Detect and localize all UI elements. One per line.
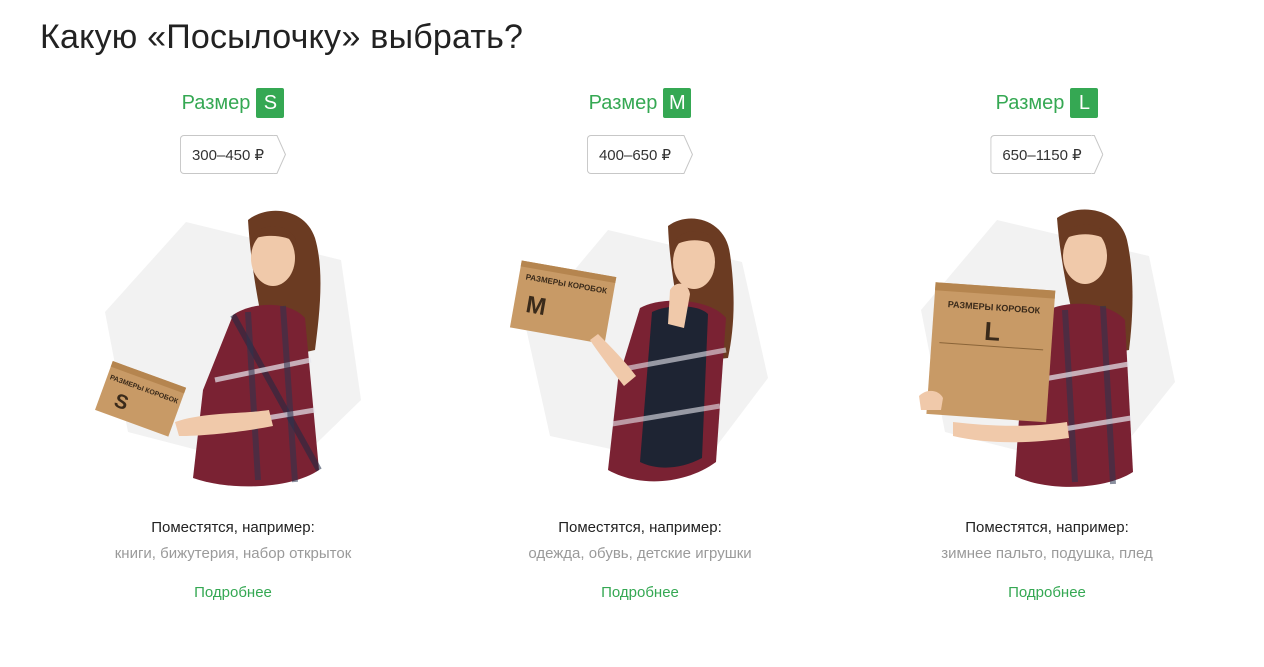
size-card-m: Размер M 400–650 ₽ РАЗМЕРЫ КОРОБОК M Пом… (437, 88, 843, 648)
person-with-box-image: РАЗМЕРЫ КОРОБОК S (83, 200, 383, 495)
person-with-box-image: РАЗМЕРЫ КОРОБОК L (897, 200, 1197, 495)
price-range: 300–450 ₽ (179, 135, 275, 174)
page-title: Какую «Посылочку» выбрать? (40, 18, 524, 56)
person-with-box-image: РАЗМЕРЫ КОРОБОК M (490, 200, 790, 495)
size-word: Размер (588, 91, 658, 114)
size-card-s: Размер S 300–450 ₽ РАЗМЕРЫ КОРОБОК S Пом… (30, 88, 436, 648)
price-tag: 300–450 ₽ (179, 135, 287, 174)
price-range: 400–650 ₽ (586, 135, 682, 174)
size-cards: Размер S 300–450 ₽ РАЗМЕРЫ КОРОБОК S Пом… (30, 88, 1250, 648)
more-link-l[interactable]: Подробнее (844, 584, 1250, 601)
size-heading: Размер S (30, 88, 436, 118)
size-badge-s: S (256, 88, 285, 118)
box-size-letter: L (983, 316, 1001, 347)
page: Какую «Посылочку» выбрать? Размер S 300–… (0, 0, 1264, 667)
size-heading: Размер L (844, 88, 1250, 118)
more-link-m[interactable]: Подробнее (437, 584, 843, 601)
fits-examples: одежда, обувь, детские игрушки (528, 545, 752, 562)
tag-arrow-icon (274, 135, 287, 174)
size-heading: Размер M (437, 88, 843, 118)
tag-arrow-icon (681, 135, 694, 174)
size-word: Размер (181, 91, 251, 114)
more-link-s[interactable]: Подробнее (30, 584, 436, 601)
fits-label: Поместятся, например: (151, 519, 315, 536)
fits-label: Поместятся, например: (558, 519, 722, 536)
price-range: 650–1150 ₽ (990, 135, 1092, 174)
fits-label: Поместятся, например: (965, 519, 1129, 536)
price-tag: 650–1150 ₽ (990, 135, 1104, 174)
size-card-l: Размер L 650–1150 ₽ РАЗМЕРЫ КОРОБОК L По… (844, 88, 1250, 648)
tag-arrow-icon (1091, 135, 1104, 174)
size-word: Размер (995, 91, 1065, 114)
price-tag: 400–650 ₽ (586, 135, 694, 174)
size-badge-l: L (1070, 88, 1099, 118)
size-badge-m: M (663, 88, 692, 118)
fits-examples: книги, бижутерия, набор открыток (114, 545, 352, 562)
fits-examples: зимнее пальто, подушка, плед (941, 545, 1153, 562)
